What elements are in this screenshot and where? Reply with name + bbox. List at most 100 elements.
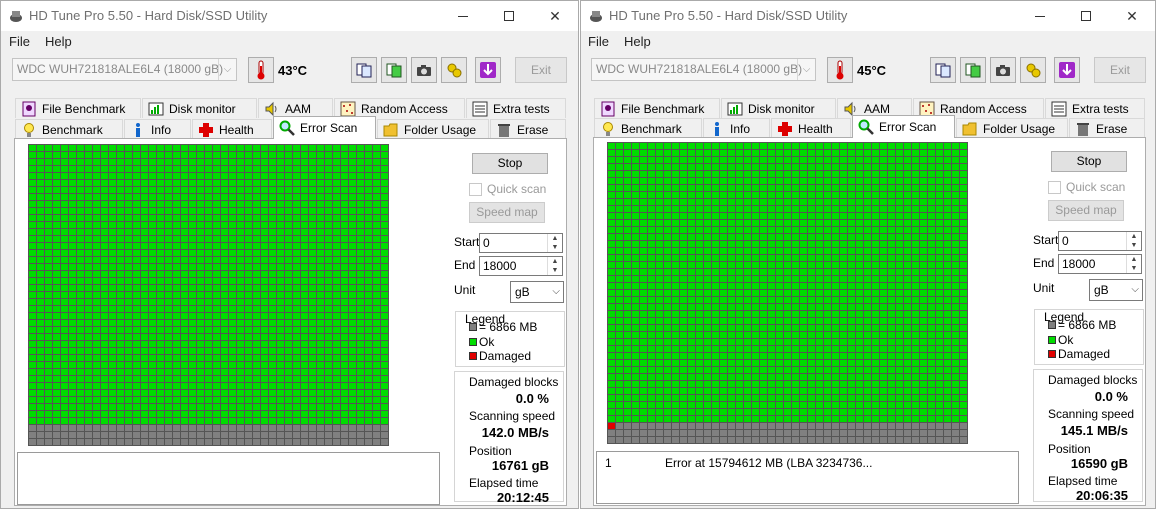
tab-file-benchmark[interactable]: File Benchmark <box>594 98 720 118</box>
block-pending <box>157 439 165 446</box>
start-input[interactable]: 0 ▲ ▼ <box>1058 231 1142 251</box>
copy-text-button[interactable] <box>930 57 956 83</box>
tab-folder-usage[interactable]: Folder Usage <box>377 119 489 139</box>
block-ok <box>165 278 173 285</box>
spinner[interactable]: ▲ ▼ <box>1126 255 1141 273</box>
block-ok <box>277 243 285 250</box>
menu-help[interactable]: Help <box>624 34 651 49</box>
copy-screenshot-button[interactable] <box>960 57 986 83</box>
exit-button[interactable]: Exit <box>1094 57 1146 83</box>
end-input[interactable]: 18000 ▲ ▼ <box>479 256 563 276</box>
block-ok <box>53 145 61 152</box>
copy-screenshot-button[interactable] <box>381 57 407 83</box>
error-log[interactable] <box>17 452 440 505</box>
maximize-button[interactable] <box>1063 1 1109 31</box>
tab-info[interactable]: Info <box>703 118 770 138</box>
error-log[interactable]: 1 Error at 15794612 MB (LBA 3234736... <box>596 451 1019 504</box>
block-ok <box>960 143 968 150</box>
block-ok <box>181 222 189 229</box>
tab-erase[interactable]: Erase <box>1069 118 1145 138</box>
drive-select[interactable]: WDC WUH721818ALE6L4 (18000 gB) ⌵ <box>12 58 237 81</box>
menu-help[interactable]: Help <box>45 34 72 49</box>
maximize-button[interactable] <box>486 1 532 31</box>
tab-benchmark[interactable]: Benchmark <box>15 119 123 139</box>
tab-error-scan[interactable]: Error Scan <box>273 116 376 139</box>
options-button[interactable] <box>441 57 467 83</box>
block-ok <box>333 397 341 404</box>
quick-scan-checkbox[interactable]: Quick scan <box>1048 180 1125 194</box>
block-ok <box>285 215 293 222</box>
tab-disk-monitor[interactable]: Disk monitor <box>721 98 836 118</box>
block-ok <box>760 248 768 255</box>
screenshot-button[interactable] <box>411 57 437 83</box>
minimize-button[interactable] <box>440 1 486 31</box>
block-ok <box>632 353 640 360</box>
checkbox-box[interactable] <box>469 182 482 196</box>
screenshot-button[interactable] <box>990 57 1016 83</box>
block-ok <box>768 276 776 283</box>
tab-error-scan[interactable]: Error Scan <box>852 115 955 138</box>
block-ok <box>141 348 149 355</box>
block-ok <box>245 334 253 341</box>
tab-aam[interactable]: AAM <box>258 98 333 118</box>
log-entry[interactable]: 1 Error at 15794612 MB (LBA 3234736... <box>605 456 872 470</box>
save-button[interactable] <box>1054 57 1080 83</box>
drive-select[interactable]: WDC WUH721818ALE6L4 (18000 gB) ⌵ <box>591 58 816 81</box>
minimize-button[interactable] <box>1017 1 1063 31</box>
block-ok <box>37 285 45 292</box>
block-pending <box>253 425 261 432</box>
spinner[interactable]: ▲ ▼ <box>547 257 562 275</box>
block-ok <box>373 411 381 418</box>
temperature-button[interactable] <box>827 57 853 83</box>
quick-scan-checkbox[interactable]: Quick scan <box>469 182 546 196</box>
stop-button[interactable]: Stop <box>472 153 548 174</box>
tab-info[interactable]: Info <box>124 119 191 139</box>
exit-button[interactable]: Exit <box>515 57 567 83</box>
menu-file[interactable]: File <box>588 34 609 49</box>
tab-erase[interactable]: Erase <box>490 119 566 139</box>
speed-map-button[interactable]: Speed map <box>1048 200 1124 221</box>
block-ok <box>856 283 864 290</box>
tab-benchmark[interactable]: Benchmark <box>594 118 702 138</box>
end-input[interactable]: 18000 ▲ ▼ <box>1058 254 1142 274</box>
block-pending <box>656 423 664 430</box>
stop-button[interactable]: Stop <box>1051 151 1127 172</box>
copy-text-button[interactable] <box>351 57 377 83</box>
unit-select[interactable]: gB ⌵ <box>1089 279 1143 301</box>
tab-extra-tests[interactable]: Extra tests <box>466 98 566 118</box>
start-input[interactable]: 0 ▲ ▼ <box>479 233 563 253</box>
menu-file[interactable]: File <box>9 34 30 49</box>
tab-random-access[interactable]: Random Access <box>334 98 465 118</box>
temperature-button[interactable] <box>248 57 274 83</box>
block-ok <box>165 250 173 257</box>
block-ok <box>93 222 101 229</box>
checkbox-box[interactable] <box>1048 180 1061 194</box>
block-ok <box>157 271 165 278</box>
close-button[interactable]: ✕ <box>1109 1 1155 31</box>
block-ok <box>109 229 117 236</box>
tab-extra-tests[interactable]: Extra tests <box>1045 98 1145 118</box>
options-button[interactable] <box>1020 57 1046 83</box>
save-button[interactable] <box>475 57 501 83</box>
block-ok <box>133 341 141 348</box>
block-ok <box>936 262 944 269</box>
tab-health[interactable]: Health <box>192 119 272 139</box>
tab-file-benchmark[interactable]: File Benchmark <box>15 98 141 118</box>
tab-folder-usage[interactable]: Folder Usage <box>956 118 1068 138</box>
tab-health[interactable]: Health <box>771 118 851 138</box>
block-ok <box>117 229 125 236</box>
unit-select[interactable]: gB ⌵ <box>510 281 564 303</box>
block-ok <box>712 206 720 213</box>
block-ok <box>301 236 309 243</box>
block-ok <box>936 409 944 416</box>
close-button[interactable]: ✕ <box>532 1 578 31</box>
block-ok <box>664 374 672 381</box>
speed-map-button[interactable]: Speed map <box>469 202 545 223</box>
spinner[interactable]: ▲ ▼ <box>547 234 562 252</box>
spinner[interactable]: ▲ ▼ <box>1126 232 1141 250</box>
block-ok <box>101 166 109 173</box>
block-pending <box>648 423 656 430</box>
tab-disk-monitor[interactable]: Disk monitor <box>142 98 257 118</box>
block-ok <box>301 313 309 320</box>
block-ok <box>736 304 744 311</box>
